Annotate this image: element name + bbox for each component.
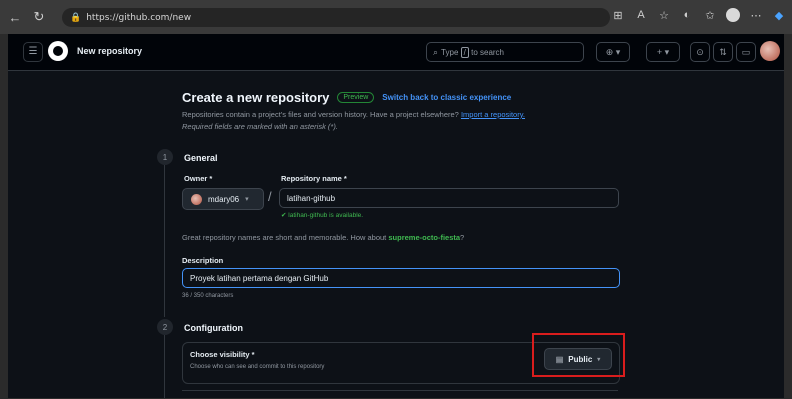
star-icon[interactable]: ☆	[657, 9, 671, 22]
step-rail	[164, 165, 165, 317]
step-rail-2	[164, 335, 165, 398]
url-text: https://github.com/new	[86, 12, 192, 23]
description-label: Description	[182, 256, 224, 265]
availability-status: ✔ latihan-github is available.	[281, 212, 364, 219]
step-number-general: 1	[157, 149, 173, 165]
heading-row: Create a new repository Preview Switch b…	[182, 90, 511, 105]
search-input[interactable]: ⌕ Type / to search	[426, 42, 584, 62]
visibility-description: Choose who can see and commit to this re…	[190, 364, 325, 370]
search-placeholder: Type / to search	[441, 46, 504, 58]
configuration-section-title: Configuration	[184, 323, 243, 333]
page-heading: Create a new repository	[182, 90, 330, 105]
back-icon[interactable]: ←	[6, 8, 24, 26]
highlight-box	[532, 333, 625, 377]
menu-icon[interactable]: ☰	[23, 42, 43, 62]
name-hint: Great repository names are short and mem…	[182, 233, 465, 242]
character-count: 36 / 350 characters	[182, 293, 234, 299]
owner-repo-separator: /	[268, 189, 272, 204]
pull-requests-icon[interactable]: ⇅	[713, 42, 733, 62]
refresh-icon[interactable]: ↻	[30, 8, 48, 26]
required-note: Required fields are marked with an aster…	[182, 122, 338, 131]
switch-classic-link[interactable]: Switch back to classic experience	[382, 93, 511, 102]
read-aloud-icon[interactable]: A	[634, 9, 648, 21]
check-circle-icon: ✔	[281, 212, 287, 219]
inbox-icon[interactable]: ▭	[736, 42, 756, 62]
step-number-configuration: 2	[157, 319, 173, 335]
avatar[interactable]	[760, 41, 780, 61]
grid-icon[interactable]: ⊞	[611, 9, 625, 22]
description-input[interactable]: Proyek latihan pertama dengan GitHub	[182, 268, 620, 288]
page-title: New repository	[77, 46, 143, 56]
favorites-icon[interactable]: ✩	[703, 9, 717, 22]
chevron-down-icon: ▾	[245, 196, 249, 203]
page-subtitle: Repositories contain a project's files a…	[182, 110, 526, 119]
search-icon: ⌕	[433, 46, 439, 57]
github-logo-icon[interactable]	[48, 41, 68, 61]
suggested-name-link[interactable]: supreme-octo-fiesta	[388, 233, 460, 242]
repository-name-input[interactable]: latihan-github	[279, 188, 619, 208]
github-header: ☰ New repository ⌕ Type / to search ⊕ ▾ …	[8, 34, 784, 71]
create-new-button[interactable]: + ▾	[646, 42, 680, 62]
browser-actions: ⊞ A ☆ ◐ ✩ ⋯ ◆	[611, 8, 786, 22]
lock-icon: 🔒	[70, 12, 82, 22]
owner-name: mdary06	[208, 194, 240, 204]
issues-icon[interactable]: ⊙	[690, 42, 710, 62]
preview-badge: Preview	[337, 92, 375, 103]
split-icon[interactable]: ◐	[680, 9, 694, 21]
visibility-label: Choose visibility *	[190, 350, 255, 359]
profile-icon[interactable]	[726, 8, 740, 22]
copilot-icon[interactable]: ◆	[772, 9, 786, 22]
repository-name-label: Repository name *	[281, 174, 347, 183]
more-icon[interactable]: ⋯	[749, 9, 763, 22]
import-repository-link[interactable]: Import a repository.	[461, 110, 525, 119]
copilot-button[interactable]: ⊕ ▾	[596, 42, 630, 62]
owner-avatar	[191, 193, 202, 205]
owner-select[interactable]: mdary06 ▾	[182, 188, 264, 210]
browser-toolbar: ← ↻ 🔒 https://github.com/new ⊞ A ☆ ◐ ✩ ⋯…	[0, 0, 792, 34]
address-bar[interactable]: 🔒 https://github.com/new	[62, 8, 610, 27]
owner-label: Owner *	[184, 174, 213, 183]
general-section-title: General	[184, 153, 218, 163]
